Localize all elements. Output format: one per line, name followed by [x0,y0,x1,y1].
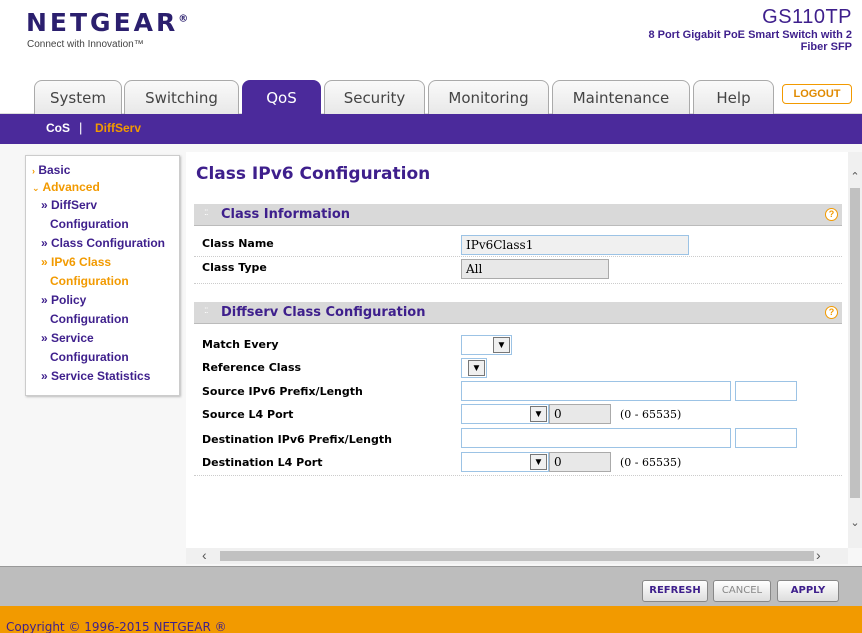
vertical-scroll-thumb[interactable] [850,188,860,498]
row-divider [194,283,842,284]
nav-item-line: Configuration [50,274,129,288]
chevron-down-icon: ▼ [493,337,510,353]
logo-mark: ® [178,13,189,25]
tab-switching[interactable]: Switching [124,80,239,114]
nav-advanced[interactable]: ⌄ Advanced [32,179,173,196]
source-prefix-label: Source IPv6 Prefix/Length [202,385,363,398]
source-prefix-length-input[interactable] [735,381,797,401]
nav-item-class-configuration[interactable]: » Class Configuration [32,234,173,253]
scroll-left-icon[interactable]: ‹ [202,547,207,563]
grip-icon: :: [204,207,208,218]
horizontal-scroll-thumb[interactable] [220,551,814,561]
source-l4-port-label: Source L4 Port [202,408,294,421]
tab-maintenance[interactable]: Maintenance [552,80,690,114]
source-port-range-hint: (0 - 65535) [620,408,682,421]
reference-class-select[interactable]: ▼ [461,358,487,378]
nav-item-line: Configuration [50,350,129,364]
grip-icon: :: [204,305,208,316]
nav-item-line: » Service [41,331,94,345]
question-circle-icon[interactable]: ? [825,306,838,319]
chevron-down-icon: ▼ [530,406,547,422]
model-description: 8 Port Gigabit PoE Smart Switch with 2 F… [648,29,852,53]
nav-item-policy-configuration[interactable]: » Policy Configuration [32,291,173,329]
reference-class-label: Reference Class [202,361,302,374]
tab-security[interactable]: Security [324,80,425,114]
class-name-label: Class Name [202,237,274,250]
sub-navigation: CoS | DiffServ [0,114,862,144]
nav-item-line: » Service Statistics [41,369,151,383]
chevron-down-icon: ▼ [530,454,547,470]
destination-prefix-length-input[interactable] [735,428,797,448]
content-pane: Class IPv6 Configuration :: Class Inform… [186,152,850,548]
class-type-label: Class Type [202,261,267,274]
tab-qos[interactable]: QoS [242,80,321,114]
destination-l4-port-input[interactable]: 0 [549,452,611,472]
destination-prefix-label: Destination IPv6 Prefix/Length [202,433,392,446]
left-navigation: › Basic ⌄ Advanced » DiffServ Configurati… [25,155,180,396]
header: NETGEAR® Connect with Innovation™ GS110T… [0,0,862,80]
nav-item-service-statistics[interactable]: » Service Statistics [32,367,173,386]
scroll-down-icon[interactable]: ⌄ [849,516,861,530]
diffserv-class-configuration-header: :: Diffserv Class Configuration ? [194,302,842,324]
scroll-right-icon[interactable]: › [816,547,821,563]
model-name: GS110TP [762,6,852,28]
destination-l4-port-select[interactable]: ▼ [461,452,549,472]
nav-item-line: Configuration [50,217,129,231]
subnav-diffserv[interactable]: DiffServ [95,121,141,135]
netgear-logo: NETGEAR® [26,8,188,37]
nav-item-service-configuration[interactable]: » Service Configuration [32,329,173,367]
nav-basic-label: Basic [38,163,71,177]
nav-item-diffserv-configuration[interactable]: » DiffServ Configuration [32,196,173,234]
destination-l4-port-label: Destination L4 Port [202,456,323,469]
match-every-select[interactable]: ▼ [461,335,512,355]
tab-help[interactable]: Help [693,80,774,114]
nav-advanced-label: Advanced [42,180,100,194]
nav-item-line: Configuration [50,312,129,326]
cancel-button[interactable]: CANCEL [713,580,771,602]
page-title: Class IPv6 Configuration [196,164,431,184]
question-circle-icon[interactable]: ? [825,208,838,221]
scroll-up-icon[interactable]: ⌃ [849,170,861,184]
nav-item-line: » IPv6 Class [41,255,112,269]
source-l4-port-input[interactable]: 0 [549,404,611,424]
horizontal-scrollbar[interactable]: ‹ › [186,547,848,564]
nav-basic[interactable]: › Basic [32,162,173,179]
logo-text: NETGEAR [26,8,179,37]
action-button-bar: REFRESH CANCEL APPLY [0,566,862,606]
row-divider [194,256,842,257]
chevron-down-icon: ▼ [468,360,485,376]
section-title: Class Information [221,207,351,222]
class-information-header: :: Class Information ? [194,204,842,226]
match-every-label: Match Every [202,338,279,351]
row-divider [194,475,842,476]
section-title: Diffserv Class Configuration [221,305,426,320]
class-type-field: All [461,259,609,279]
destination-ipv6-prefix-input[interactable] [461,428,731,448]
source-l4-port-select[interactable]: ▼ [461,404,549,424]
destination-port-range-hint: (0 - 65535) [620,456,682,469]
subnav-cos[interactable]: CoS [46,121,70,135]
copyright-footer: Copyright © 1996-2015 NETGEAR ® [0,606,862,633]
vertical-scrollbar[interactable]: ⌃ ⌄ [848,152,862,548]
refresh-button[interactable]: REFRESH [642,580,708,602]
main-tab-bar: System Switching QoS Security Monitoring… [0,80,862,114]
class-name-field[interactable]: IPv6Class1 [461,235,689,255]
nav-item-ipv6-class-configuration[interactable]: » IPv6 Class Configuration [32,253,173,291]
nav-item-line: » Class Configuration [41,236,166,250]
source-ipv6-prefix-input[interactable] [461,381,731,401]
tab-system[interactable]: System [34,80,122,114]
logout-button[interactable]: LOGOUT [782,84,852,104]
tab-monitoring[interactable]: Monitoring [428,80,549,114]
nav-item-line: » Policy [41,293,87,307]
apply-button[interactable]: APPLY [777,580,839,602]
model-info: GS110TP 8 Port Gigabit PoE Smart Switch … [642,6,852,53]
subnav-separator: | [79,120,83,135]
tagline: Connect with Innovation™ [27,39,144,50]
nav-item-line: » DiffServ [41,198,98,212]
